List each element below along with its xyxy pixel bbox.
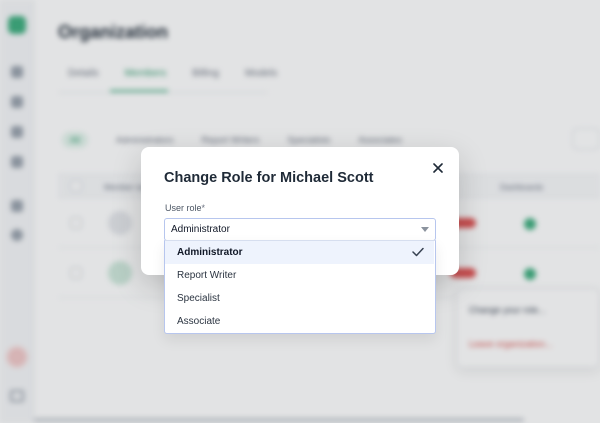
user-role-label: User role* [165,203,205,213]
option-administrator[interactable]: Administrator [165,241,434,264]
required-marker: * [201,203,206,213]
dialog-title: Change Role for Michael Scott [164,170,374,186]
option-specialist[interactable]: Specialist [165,287,434,310]
check-icon [412,247,424,257]
user-role-options: Administrator Report Writer Specialist A… [164,240,436,334]
caret-down-icon [421,227,429,232]
close-button[interactable] [429,159,447,177]
user-role-select-value: Administrator [171,224,230,235]
user-role-select[interactable]: Administrator [164,218,436,241]
user-role-label-text: User role [165,203,202,213]
option-label: Report Writer [177,270,237,281]
option-label: Associate [177,316,221,327]
option-associate[interactable]: Associate [165,310,434,333]
option-report-writer[interactable]: Report Writer [165,264,434,287]
option-label: Administrator [177,247,243,258]
close-icon [433,163,443,173]
option-label: Specialist [177,293,220,304]
